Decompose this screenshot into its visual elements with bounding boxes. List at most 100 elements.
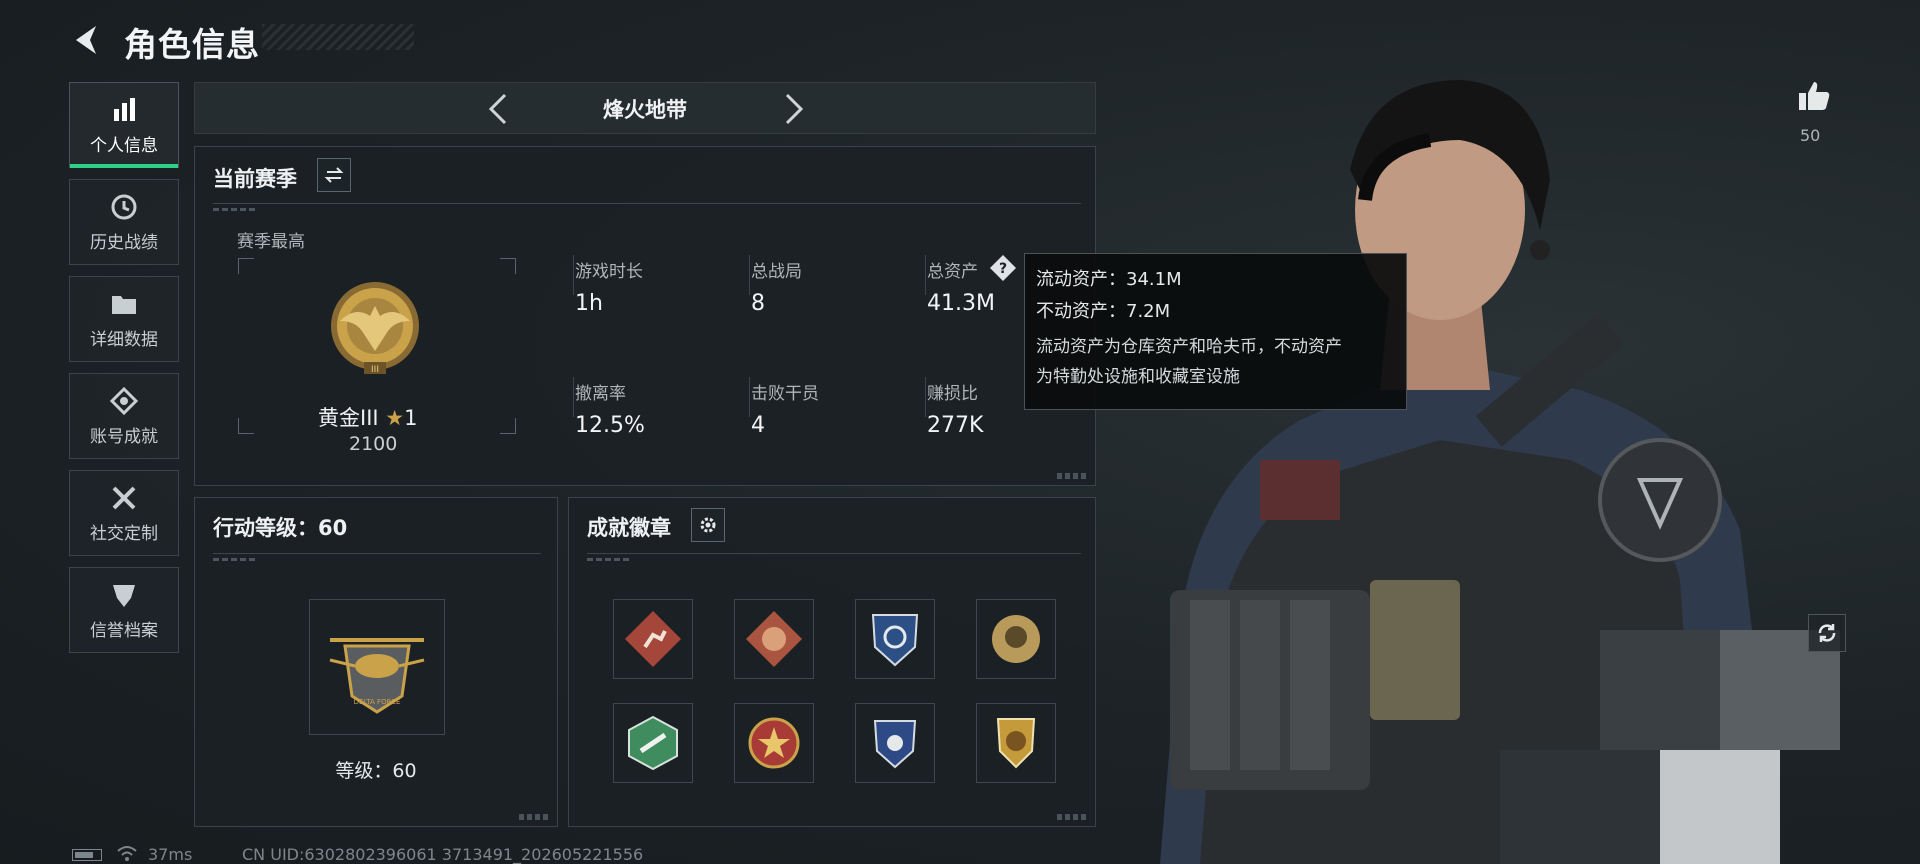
level-text: 等级：60	[335, 760, 417, 782]
sidebar-item-label: 信誉档案	[90, 620, 158, 641]
sidebar-item-detailed-data[interactable]: 详细数据	[69, 276, 179, 362]
stat-label: 游戏时长	[575, 262, 643, 282]
mode-next-button[interactable]	[775, 91, 811, 127]
stat-label: 赚损比	[927, 384, 978, 404]
season-switch-button[interactable]	[317, 158, 351, 192]
rank-stars: 1	[404, 406, 418, 430]
rifle-badge-icon	[628, 715, 678, 771]
sidebar-item-label: 账号成就	[90, 426, 158, 447]
achievement-icon	[109, 386, 139, 415]
stat-divider	[925, 377, 926, 417]
stat-divider	[749, 377, 750, 417]
tooltip-description-line2: 为特勤处设施和收藏室设施	[1036, 367, 1240, 387]
season-best-label: 赛季最高	[237, 232, 305, 252]
gold-rank-icon: III	[331, 282, 419, 375]
back-arrow-icon	[76, 26, 96, 54]
tooltip-description-line1: 流动资产为仓库资产和哈夫币，不动资产	[1036, 337, 1342, 357]
sidebar-item-social[interactable]: 社交定制	[69, 470, 179, 556]
action-level-title: 行动等级：60	[213, 516, 348, 540]
like-count: 50	[1800, 126, 1821, 145]
page-title: 角色信息	[124, 25, 260, 64]
rank-score: 2100	[349, 433, 398, 455]
ping-text: 37ms	[148, 845, 193, 864]
target-badge-icon	[871, 614, 919, 667]
rank-name: 黄金III	[318, 406, 379, 430]
mode-title: 烽火地带	[603, 98, 687, 122]
achievement-badge[interactable]	[976, 703, 1056, 783]
achievement-badge[interactable]	[855, 599, 935, 679]
swap-icon	[324, 167, 344, 183]
wings-badge-icon	[996, 718, 1036, 769]
star-badge-icon	[748, 717, 800, 769]
panel-decoration	[1057, 814, 1087, 820]
rank-medal: III	[320, 276, 430, 386]
skull-badge-icon	[992, 615, 1040, 663]
gear-icon	[700, 517, 716, 533]
achievement-badge[interactable]	[976, 599, 1056, 679]
divider-mark	[213, 208, 257, 211]
divider	[213, 553, 541, 554]
sidebar-item-label: 历史战绩	[90, 232, 158, 253]
achievement-badge[interactable]	[613, 703, 693, 783]
help-icon: ?	[990, 255, 1016, 281]
shield-icon	[113, 584, 135, 607]
wifi-icon	[116, 844, 138, 864]
stat-divider	[749, 255, 750, 295]
tools-icon	[112, 486, 136, 509]
stat-value: 277K	[927, 413, 984, 438]
stat-label: 击败干员	[751, 384, 819, 404]
chevron-right-icon	[785, 93, 804, 125]
emblem-text: DELTA FORCE	[354, 698, 401, 706]
level-emblem: DELTA FORCE	[309, 599, 445, 735]
stat-value: 41.3M	[927, 291, 995, 316]
season-title: 当前赛季	[213, 167, 297, 191]
stat-divider	[573, 377, 574, 417]
bar-chart-icon	[114, 97, 135, 121]
rotate-character-button[interactable]	[1808, 614, 1846, 652]
back-button[interactable]	[70, 22, 106, 58]
shield-badge-icon	[873, 720, 917, 769]
achievement-badge[interactable]	[734, 703, 814, 783]
title-decoration	[262, 24, 414, 50]
stat-label: 总资产	[927, 262, 978, 282]
divider	[213, 203, 1081, 204]
help-button[interactable]: ?	[989, 254, 1017, 282]
divider-mark	[587, 558, 631, 561]
svg-text:III: III	[371, 365, 379, 375]
sidebar-item-personal-info[interactable]: 个人信息	[69, 82, 179, 168]
achievements-panel: 成就徽章	[568, 497, 1096, 827]
stat-divider	[573, 255, 574, 295]
mode-selector: 烽火地带	[194, 82, 1096, 134]
stat-divider	[925, 255, 926, 295]
achievement-settings-button[interactable]	[691, 508, 725, 542]
stat-label: 撤离率	[575, 384, 626, 404]
thumbs-up-icon	[1799, 82, 1830, 110]
stat-value: 1h	[575, 291, 603, 316]
assets-tooltip: 流动资产：34.1M 不动资产：7.2M 流动资产为仓库资产和哈夫币，不动资产 …	[1024, 253, 1407, 410]
character-portrait	[1140, 60, 1900, 864]
stat-value: 4	[751, 413, 765, 438]
rank-label: 黄金III ★1	[318, 402, 417, 432]
divider	[587, 553, 1081, 554]
tooltip-fixed-assets: 不动资产：7.2M	[1036, 301, 1171, 322]
achievement-badge[interactable]	[613, 599, 693, 679]
sidebar-item-history[interactable]: 历史战绩	[69, 179, 179, 265]
tooltip-liquid-assets: 流动资产：34.1M	[1036, 269, 1182, 290]
star-icon: ★	[385, 406, 405, 430]
achievement-badge[interactable]	[734, 599, 814, 679]
history-icon	[111, 194, 137, 219]
svg-text:?: ?	[999, 261, 1007, 277]
sidebar-item-achievements[interactable]: 账号成就	[69, 373, 179, 459]
panel-decoration	[1057, 473, 1087, 479]
runner-badge-icon	[625, 611, 681, 667]
divider-mark	[213, 558, 257, 561]
sidebar-item-label: 个人信息	[90, 135, 158, 156]
uid-text: CN UID:6302802396061 3713491_20260522155…	[242, 845, 644, 864]
achievement-badge[interactable]	[855, 703, 935, 783]
stat-value: 12.5%	[575, 413, 645, 438]
like-button[interactable]	[1796, 78, 1832, 114]
sidebar-item-reputation[interactable]: 信誉档案	[69, 567, 179, 653]
stat-label: 总战局	[751, 262, 802, 282]
action-level-panel: 行动等级：60 DELTA FORCE 等级：60	[194, 497, 558, 827]
dragon-badge-icon	[746, 611, 802, 667]
